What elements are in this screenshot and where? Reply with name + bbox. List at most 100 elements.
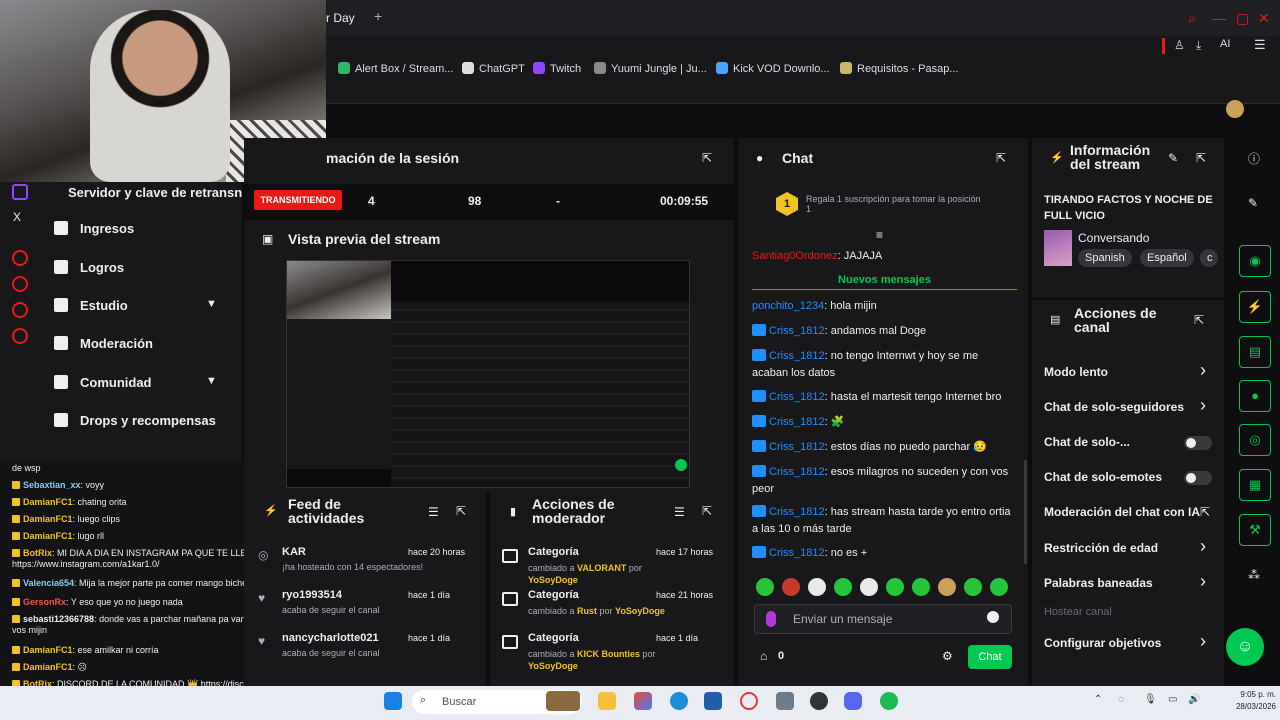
taskbar-clock[interactable]: 9:05 p. m. 28/03/2026 <box>1212 689 1276 713</box>
microphone-icon[interactable] <box>766 611 776 627</box>
popout-icon[interactable]: ⇱ <box>1196 151 1206 165</box>
spotify-icon[interactable] <box>880 692 898 710</box>
mod-username[interactable]: YoSoyDoge <box>528 661 578 671</box>
channel-action-label[interactable]: Chat de solo-emotes <box>1044 470 1162 484</box>
game-name[interactable]: Rust <box>577 606 597 616</box>
popout-icon[interactable]: ⇱ <box>996 151 1006 165</box>
bookmark[interactable]: Alert Box / Stream... <box>338 62 453 75</box>
toggle-switch[interactable] <box>1184 436 1212 450</box>
stream-tag[interactable]: Spanish <box>1078 249 1132 267</box>
help-icon[interactable]: ☺ <box>1226 628 1264 666</box>
channel-action-label[interactable]: Chat de solo-... <box>1044 435 1130 449</box>
new-tab-icon[interactable]: + <box>374 8 382 24</box>
download-icon[interactable]: ⤓ <box>1196 38 1201 53</box>
emote-icon[interactable] <box>834 578 852 596</box>
search-icon[interactable]: ⌕ <box>1188 10 1196 27</box>
emote-icon[interactable] <box>886 578 904 596</box>
broadcast-icon[interactable]: ◎ <box>1239 424 1271 456</box>
chat-username[interactable]: Criss_1812 <box>769 325 825 337</box>
chat-scrollbar[interactable] <box>1024 460 1027 564</box>
emoji-icon[interactable] <box>987 611 999 623</box>
emote-icon[interactable] <box>860 578 878 596</box>
volume-icon[interactable]: 🔊 <box>1188 694 1200 705</box>
list-icon[interactable]: ≡ <box>876 228 883 242</box>
clock-icon[interactable] <box>12 276 28 292</box>
puzzle-icon[interactable] <box>12 302 28 318</box>
chat-bubble-icon[interactable]: ● <box>1239 380 1271 412</box>
display-icon[interactable]: ▭ <box>1168 694 1177 705</box>
notes-icon[interactable]: ▤ <box>1239 336 1271 368</box>
bolt-icon[interactable]: ⚡ <box>1239 291 1271 323</box>
mod-username[interactable]: YoSoyDoge <box>528 575 578 585</box>
category-name[interactable]: Conversando <box>1078 231 1149 245</box>
obs-icon[interactable] <box>810 692 828 710</box>
store-icon[interactable]: ⌂ <box>760 649 767 663</box>
browser-tab[interactable]: r Day <box>326 6 368 30</box>
discord-icon[interactable] <box>844 692 862 710</box>
channel-action-label[interactable]: Configurar objetivos <box>1044 636 1161 650</box>
bookmark[interactable]: Requisitos - Pasap... <box>840 62 959 75</box>
chevron-right-icon[interactable]: › <box>1200 631 1206 652</box>
camera-icon[interactable]: ◉ <box>1239 245 1271 277</box>
emote-icon[interactable] <box>782 578 800 596</box>
emote-icon[interactable] <box>964 578 982 596</box>
stream-title[interactable]: TIRANDO FACTOS Y NOCHE DE FULL VICIO <box>1044 192 1220 224</box>
edit-icon[interactable]: ✎ <box>1168 151 1178 165</box>
toggle-switch[interactable] <box>1184 471 1212 485</box>
profile-icon[interactable]: ♙ <box>1174 38 1185 52</box>
camera-app-icon[interactable] <box>776 692 794 710</box>
close-icon[interactable]: ✕ <box>1258 10 1270 27</box>
stream-preview[interactable] <box>286 260 690 488</box>
gear-icon[interactable]: ⚙ <box>942 649 953 663</box>
chat-send-button[interactable]: Chat <box>968 645 1012 669</box>
edit-icon[interactable]: ✎ <box>1248 196 1258 210</box>
wrench-icon[interactable]: ⚒ <box>1239 514 1271 546</box>
gift-sub-text[interactable]: Regala 1 suscripción para tomar la posic… <box>806 194 986 214</box>
record-icon[interactable] <box>12 250 28 266</box>
settings-icon[interactable] <box>12 328 28 344</box>
maximize-icon[interactable]: ▢ <box>1236 10 1249 27</box>
copilot-icon[interactable] <box>634 692 652 710</box>
menu-icon[interactable]: ☰ <box>1254 37 1266 53</box>
chevron-right-icon[interactable]: › <box>1200 571 1206 592</box>
opera-icon[interactable] <box>740 692 758 710</box>
windows-start-icon[interactable] <box>384 692 402 710</box>
popout-icon[interactable]: ⇱ <box>702 151 712 165</box>
chat-username[interactable]: Criss_1812 <box>769 547 825 559</box>
feed-item-name[interactable]: nancycharlotte021 <box>282 632 379 644</box>
stream-tag[interactable]: c <box>1200 249 1218 267</box>
chat-username[interactable]: ponchito_1234 <box>752 300 824 312</box>
twitch-icon[interactable] <box>12 184 28 200</box>
bookmark[interactable]: Kick VOD Downlo... <box>716 62 830 75</box>
channel-action-label[interactable]: Moderación del chat con IA <box>1044 505 1200 519</box>
chat-username[interactable]: Criss_1812 <box>769 441 825 453</box>
nav-item[interactable]: Drops y recompensas <box>54 413 216 435</box>
chevron-down-icon[interactable]: ▼ <box>206 298 217 310</box>
chat-username[interactable]: Criss_1812 <box>769 350 825 362</box>
emote-icon[interactable] <box>990 578 1008 596</box>
filter-icon[interactable]: ☰ <box>428 505 439 519</box>
chevron-up-icon[interactable]: ⌃ <box>1094 694 1102 705</box>
emote-icon[interactable] <box>938 578 956 596</box>
chat-input[interactable]: Enviar un mensaje <box>754 604 1012 634</box>
emote-icon[interactable] <box>756 578 774 596</box>
feed-item-name[interactable]: ryo1993514 <box>282 589 342 601</box>
stream-tag[interactable]: Español <box>1140 249 1194 267</box>
popout-icon[interactable]: ⇱ <box>702 504 712 518</box>
ai-button[interactable]: AI <box>1220 38 1230 50</box>
mic-icon[interactable]: 🎙 <box>1144 694 1157 705</box>
game-name[interactable]: VALORANT <box>577 563 626 573</box>
network-icon[interactable]: ◌ <box>1118 694 1124 705</box>
channel-action-label[interactable]: Chat de solo-seguidores <box>1044 400 1184 414</box>
emote-bar[interactable] <box>756 578 1026 598</box>
chat-username[interactable]: Santiag0Ordonez <box>752 250 838 262</box>
file-explorer-icon[interactable] <box>598 692 616 710</box>
dots-icon[interactable]: ⁂ <box>1248 568 1260 582</box>
layout-icon[interactable]: ▦ <box>1239 469 1271 501</box>
emote-icon[interactable] <box>912 578 930 596</box>
feed-item-name[interactable]: KAR <box>282 546 306 558</box>
chevron-right-icon[interactable]: › <box>1200 360 1206 381</box>
popout-icon[interactable]: ⇱ <box>456 504 466 518</box>
filter-icon[interactable]: ☰ <box>674 505 685 519</box>
store-icon[interactable] <box>704 692 722 710</box>
